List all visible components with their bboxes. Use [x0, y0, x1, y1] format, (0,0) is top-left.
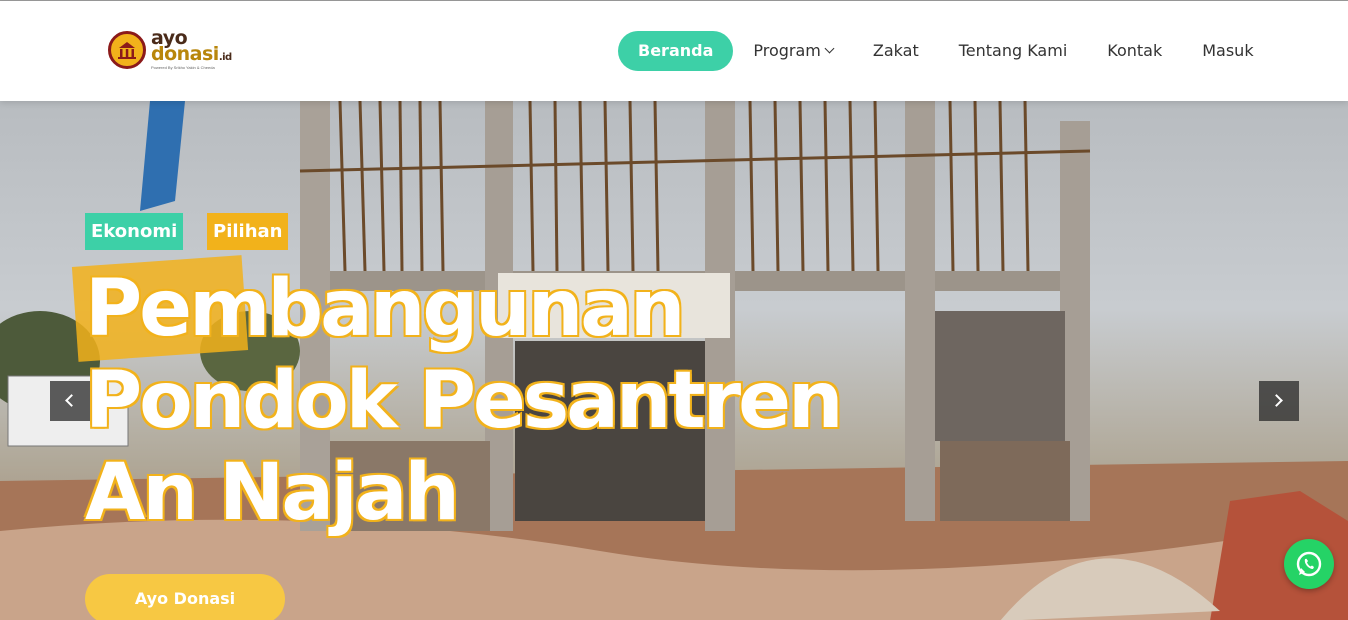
- nav-masuk[interactable]: Masuk: [1182, 31, 1273, 71]
- chevron-left-icon: [65, 394, 78, 407]
- main-nav: Beranda Program Zakat Tentang Kami Konta…: [618, 31, 1274, 71]
- donate-button[interactable]: Ayo Donasi: [85, 574, 285, 620]
- category-tag-pilihan[interactable]: Pilihan: [207, 213, 289, 250]
- logo-text-donasi: donasi.id: [151, 43, 232, 65]
- nav-kontak[interactable]: Kontak: [1087, 31, 1182, 71]
- category-tag-ekonomi[interactable]: Ekonomi: [85, 213, 184, 250]
- nav-program-label: Program: [753, 41, 821, 60]
- hero-title-line: Pembangunan: [85, 264, 685, 354]
- slider-next-button[interactable]: [1259, 381, 1299, 421]
- whatsapp-button[interactable]: [1284, 539, 1334, 589]
- nav-zakat[interactable]: Zakat: [853, 31, 939, 71]
- site-logo[interactable]: ayo donasi.id Powered By Srikho Yakin & …: [108, 27, 248, 73]
- hero-title: Pembangunan Pondok Pesantren An Najah: [85, 263, 845, 539]
- chevron-down-icon: [824, 43, 835, 54]
- mosque-dome-icon: [108, 31, 146, 69]
- hero-slider: Ekonomi Pilihan Pembangunan Pondok Pesan…: [0, 101, 1348, 620]
- hero-title-line: An Najah: [85, 448, 460, 538]
- hero-title-line: Pondok Pesantren: [85, 356, 844, 446]
- nav-program[interactable]: Program: [733, 31, 853, 71]
- chevron-right-icon: [1270, 394, 1283, 407]
- logo-tagline: Powered By Srikho Yakin & Cheeda: [151, 65, 215, 70]
- site-header: ayo donasi.id Powered By Srikho Yakin & …: [0, 1, 1348, 101]
- whatsapp-icon: [1296, 551, 1322, 577]
- slider-prev-button[interactable]: [50, 381, 90, 421]
- nav-tentang-kami[interactable]: Tentang Kami: [939, 31, 1088, 71]
- nav-beranda[interactable]: Beranda: [618, 31, 734, 71]
- logo-tld: .id: [218, 52, 232, 63]
